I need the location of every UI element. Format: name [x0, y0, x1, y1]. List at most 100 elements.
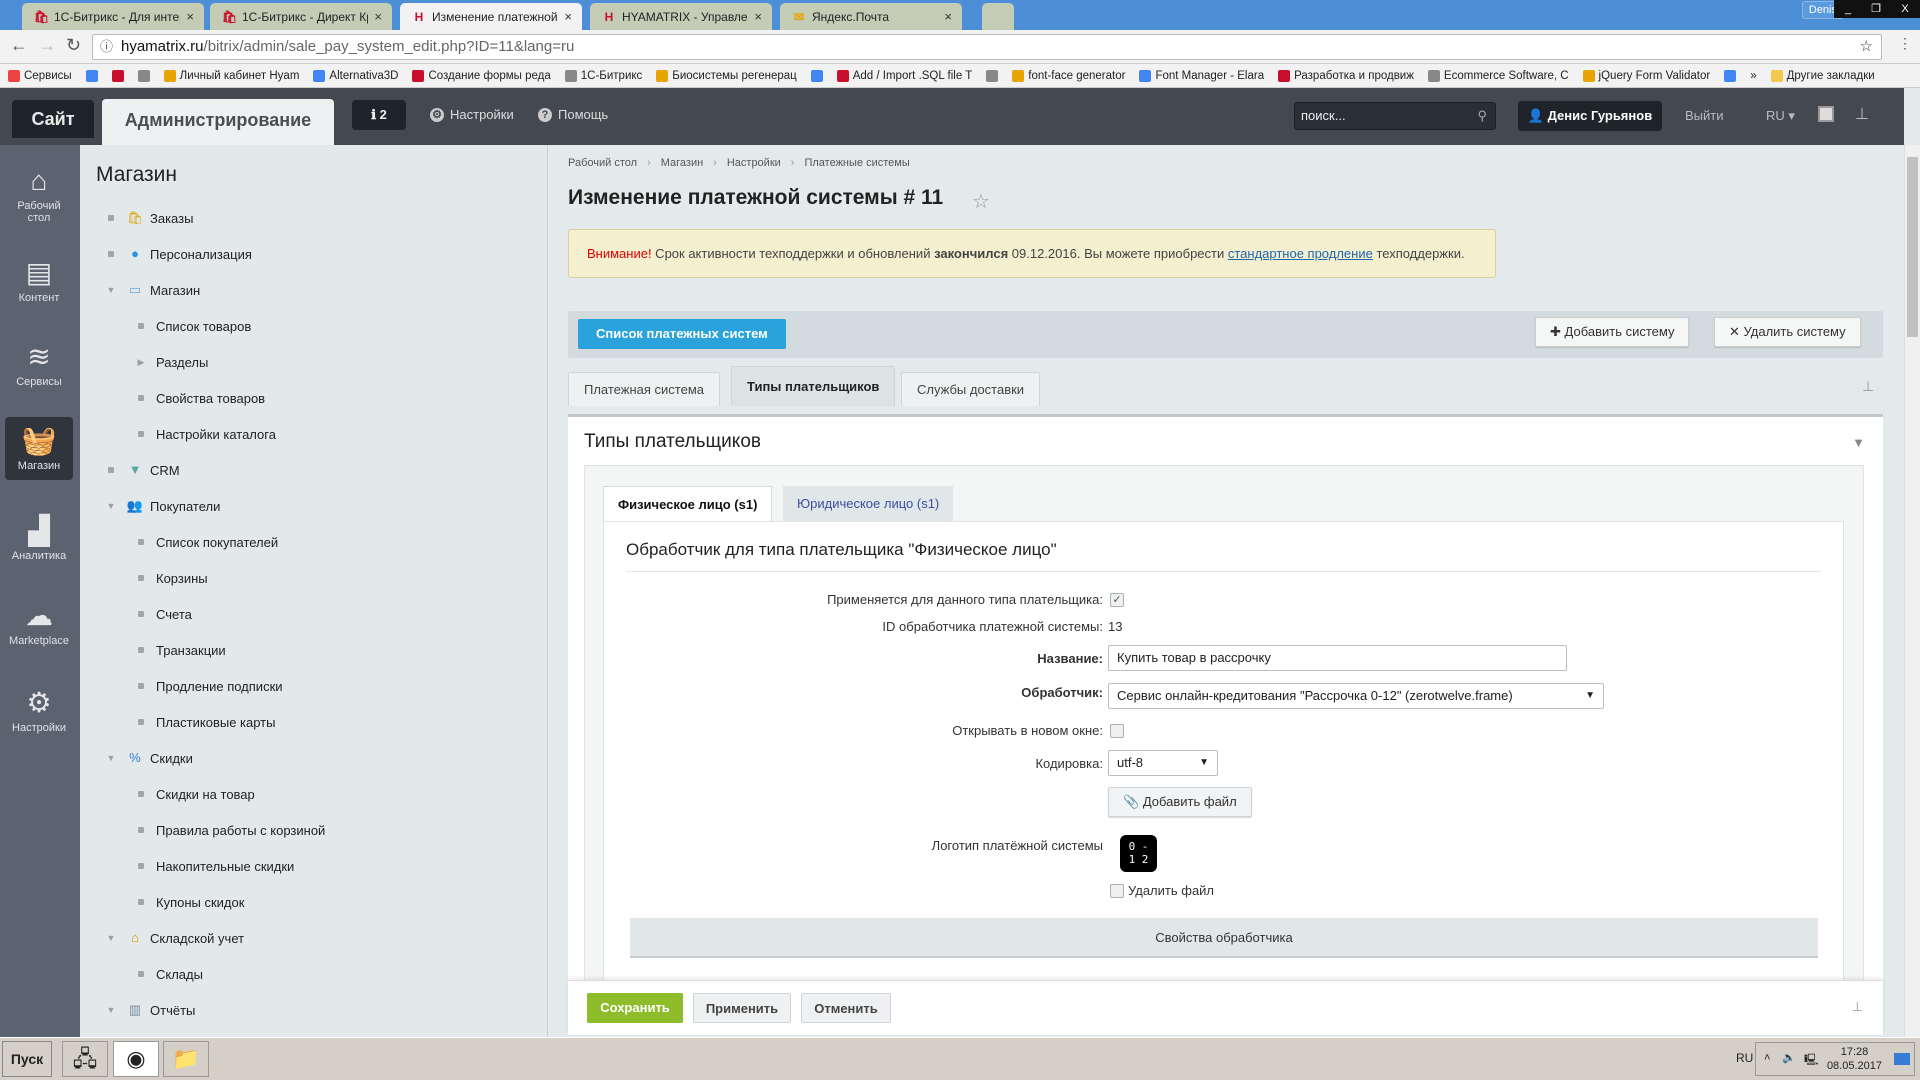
add-file-button[interactable]: 📎 Добавить файл [1108, 787, 1252, 817]
sidebar-item[interactable]: 🛍 Заказы [80, 208, 193, 228]
browser-tab[interactable]: 🛍 1С-Битрикс - Для интерне × [22, 3, 204, 30]
bookmark-item[interactable]: » [1750, 70, 1756, 82]
forward-icon[interactable]: → [38, 35, 56, 56]
delete-file-checkbox[interactable] [1110, 884, 1124, 898]
sidebar-item[interactable]: Настройки каталога [110, 424, 276, 444]
sidebar-item[interactable]: ▼% Скидки [80, 748, 193, 768]
bookmark-star-icon[interactable]: ☆ [1860, 35, 1873, 59]
bookmark-item[interactable]: Другие закладки [1770, 69, 1875, 82]
minimize-button[interactable]: _ [1834, 0, 1862, 18]
rail-item-4[interactable]: ▟ Аналитика [5, 515, 73, 562]
clock[interactable]: 17:28 08.05.2017 [1827, 1045, 1882, 1073]
sidebar-item[interactable]: ▼ ▥ Отчёты [80, 1000, 196, 1020]
bookmark-item[interactable] [111, 69, 124, 82]
reload-icon[interactable]: ↻ [66, 35, 81, 56]
sidebar-item[interactable]: Склады [110, 964, 203, 984]
rail-item-6[interactable]: ⚙ Настройки [5, 687, 73, 734]
subtab-individual[interactable]: Физическое лицо (s1) [603, 486, 773, 521]
apply-button[interactable]: Применить [693, 993, 791, 1023]
bookmark-item[interactable]: Создание формы реда [412, 69, 551, 82]
bookmark-item[interactable]: 1С-Битрикс [564, 69, 642, 82]
sidebar-item[interactable]: ▶ Разделы [110, 352, 209, 372]
sidebar-item[interactable]: ▼ ▭ Магазин [80, 280, 201, 300]
settings-link[interactable]: ⚙ Настройки [430, 107, 514, 122]
collapsed-arrow-icon[interactable]: ▶ [134, 357, 148, 368]
pin-icon[interactable]: ⊥ [1855, 104, 1869, 124]
tab-payer-types[interactable]: Типы плательщиков [731, 366, 896, 406]
tab-delivery-services[interactable]: Службы доставки [901, 372, 1041, 406]
admin-button[interactable]: Администрирование [102, 99, 334, 145]
sidebar-item[interactable]: ▼ 👥 Покупатели [80, 496, 221, 516]
close-tab-icon[interactable]: × [944, 9, 952, 24]
bookmark-item[interactable] [986, 69, 999, 82]
logout-link[interactable]: Выйти [1685, 108, 1724, 123]
bookmark-item[interactable] [1724, 69, 1737, 82]
sidebar-item[interactable]: Продление подписки [110, 676, 283, 696]
language-selector[interactable]: RU ▾ [1766, 108, 1795, 124]
page-scrollbar[interactable] [1904, 145, 1920, 1037]
network-app-icon[interactable]: 🖧 [62, 1041, 108, 1077]
bookmark-item[interactable]: Alternativa3D [313, 69, 398, 82]
bookmark-item[interactable]: Add / Import .SQL file T [836, 69, 972, 82]
back-icon[interactable]: ← [10, 35, 28, 56]
bookmark-item[interactable] [137, 69, 150, 82]
sidebar-item[interactable]: Накопительные скидки [110, 856, 294, 876]
bookmark-item[interactable]: Font Manager - Elara [1139, 69, 1264, 82]
favorite-star-icon[interactable]: ☆ [972, 189, 990, 214]
help-link[interactable]: ? Помощь [538, 107, 608, 122]
rail-item-3[interactable]: 🧺 Магазин [5, 417, 73, 480]
bookmark-item[interactable]: Разработка и продвиж [1278, 69, 1414, 82]
close-window-button[interactable]: X [1890, 0, 1920, 18]
breadcrumb-item[interactable]: Магазин [661, 157, 703, 169]
restore-button[interactable]: ❐ [1862, 0, 1890, 18]
rail-item-5[interactable]: ☁ Marketplace [5, 600, 73, 647]
sidebar-item[interactable]: ▼ CRM [80, 460, 180, 480]
delete-system-button[interactable]: ✕ Удалить систему [1714, 317, 1861, 347]
notifications-button[interactable]: ℹ 2 [352, 100, 406, 130]
close-tab-icon[interactable]: × [186, 9, 194, 24]
collapse-icon[interactable]: ▼ [1852, 435, 1865, 450]
bookmark-item[interactable]: font-face generator [1012, 69, 1125, 82]
new-window-checkbox[interactable] [1110, 724, 1124, 738]
tab-payment-system[interactable]: Платежная система [568, 372, 720, 406]
browser-menu-icon[interactable]: ⋮ [1898, 35, 1912, 52]
name-input[interactable]: Купить товар в рассрочку [1108, 645, 1567, 671]
expanded-arrow-icon[interactable]: ▼ [104, 1005, 118, 1015]
sidebar-item[interactable]: Список покупателей [110, 532, 278, 552]
expanded-arrow-icon[interactable]: ▼ [104, 753, 118, 763]
browser-tab[interactable]: 🛍 1С-Битрикс - Директ Кред × [210, 3, 392, 30]
cancel-button[interactable]: Отменить [801, 993, 891, 1023]
sidebar-item[interactable]: Список товаров [110, 316, 251, 336]
bookmark-item[interactable]: Ecommerce Software, C [1427, 69, 1569, 82]
sidebar-item[interactable]: Купоны скидок [110, 892, 244, 912]
search-icon[interactable]: ⚲ [1477, 103, 1487, 129]
bookmark-item[interactable]: Сервисы [8, 69, 72, 82]
keyboard-language[interactable]: RU [1736, 1051, 1753, 1065]
user-button[interactable]: 👤 Денис Гурьянов [1518, 101, 1662, 131]
rail-item-1[interactable]: ▤ Контент [5, 257, 73, 304]
address-bar[interactable]: ⓘ hyamatrix.ru/bitrix/admin/sale_pay_sys… [92, 34, 1882, 60]
search-input[interactable]: поиск... ⚲ [1294, 102, 1496, 130]
expanded-arrow-icon[interactable]: ▼ [104, 285, 118, 295]
sidebar-item[interactable]: Скидки на товар [110, 784, 255, 804]
sidebar-item[interactable]: Правила работы с корзиной [110, 820, 325, 840]
breadcrumb-item[interactable]: Платежные системы [804, 157, 909, 169]
info-icon[interactable]: ⓘ [100, 35, 113, 59]
sidebar-item[interactable]: Пластиковые карты [110, 712, 275, 732]
show-desktop-icon[interactable] [1894, 1053, 1910, 1065]
add-system-button[interactable]: ✚ Добавить систему [1535, 317, 1690, 347]
sidebar-item[interactable]: Корзины [110, 568, 208, 588]
browser-tab[interactable]: H Изменение платежной си × [400, 3, 582, 30]
bookmark-item[interactable]: jQuery Form Validator [1582, 69, 1710, 82]
expanded-arrow-icon[interactable]: ▼ [104, 933, 118, 943]
close-tab-icon[interactable]: × [564, 9, 572, 24]
rail-item-2[interactable]: ≋ Сервисы [5, 341, 73, 388]
save-button[interactable]: Сохранить [587, 993, 683, 1023]
scrollbar-thumb[interactable] [1907, 157, 1918, 337]
bookmark-item[interactable] [85, 69, 98, 82]
renewal-link[interactable]: стандартное продление [1228, 246, 1373, 261]
encoding-select[interactable]: utf-8 ▼ [1108, 750, 1218, 776]
breadcrumb-item[interactable]: Настройки [727, 157, 781, 169]
sidebar-item[interactable]: ▼ ⌂ Складской учет [80, 928, 245, 948]
volume-icon[interactable]: 🔈 [1782, 1051, 1796, 1064]
